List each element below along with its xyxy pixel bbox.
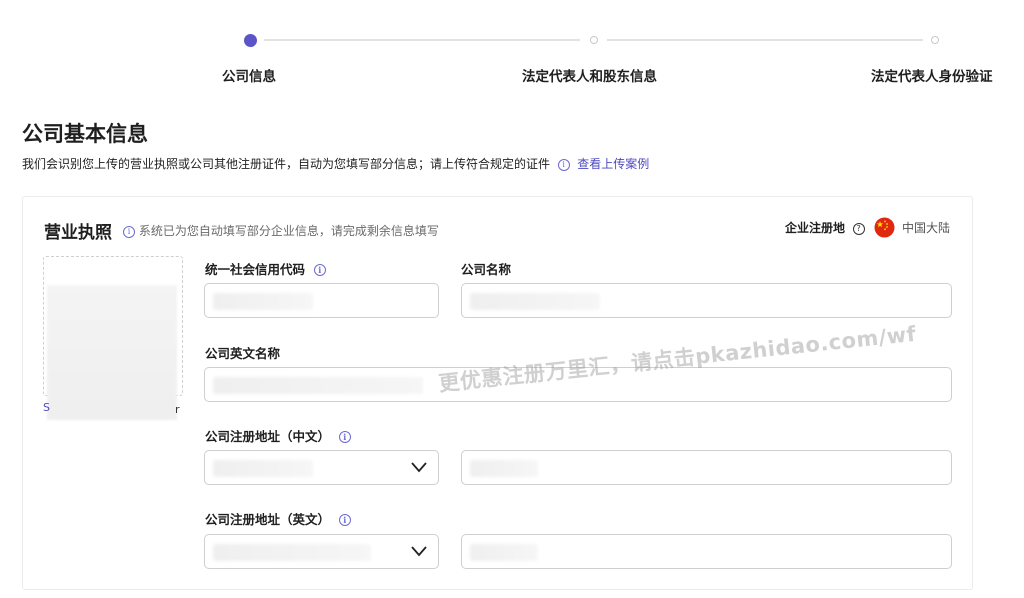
page-title: 公司基本信息 [22, 122, 148, 146]
address-cn-detail-input[interactable] [461, 450, 952, 485]
upload-link-fragment[interactable]: S [43, 401, 50, 414]
company-name-label: 公司名称 [461, 262, 512, 277]
chevron-down-icon[interactable] [410, 543, 428, 559]
china-flag-icon [874, 217, 895, 238]
step-1-dot-active [244, 34, 257, 47]
address-cn-label-text: 公司注册地址（中文） [205, 429, 331, 444]
credit-code-label-text: 统一社会信用代码 [205, 262, 306, 277]
blurred-value [470, 544, 538, 561]
info-icon: i [557, 159, 570, 171]
step-connector [607, 39, 923, 41]
help-icon[interactable]: ? [852, 223, 865, 235]
address-cn-region-select[interactable] [204, 450, 439, 485]
section-title: 营业执照 [44, 223, 112, 243]
step-1-label[interactable]: 公司信息 [222, 65, 276, 85]
english-name-label: 公司英文名称 [205, 346, 281, 361]
company-name-input[interactable] [461, 283, 952, 318]
info-icon: i [123, 226, 135, 238]
view-example-link[interactable]: 查看上传案例 [577, 157, 649, 171]
subtitle-text: 我们会识别您上传的营业执照或公司其他注册证件，自动为您填写部分信息；请上传符合规… [22, 157, 551, 171]
step-2-label[interactable]: 法定代表人和股东信息 [522, 65, 657, 85]
info-icon[interactable]: i [338, 431, 351, 443]
address-en-label: 公司注册地址（英文） i [205, 509, 351, 528]
region-label: 企业注册地 [785, 221, 846, 235]
section-hint-text: 系统已为您自动填写部分企业信息，请完成剩余信息填写 [138, 224, 439, 238]
address-cn-label: 公司注册地址（中文） i [205, 426, 351, 445]
region-value[interactable]: 中国大陆 [902, 219, 950, 236]
step-connector [264, 39, 580, 41]
address-en-detail-input[interactable] [461, 534, 952, 569]
blurred-value [213, 460, 313, 477]
blurred-value [470, 460, 538, 477]
blurred-value [213, 293, 313, 310]
info-icon[interactable]: i [313, 264, 326, 276]
upload-text-fragment: r [175, 403, 180, 416]
registration-region: 企业注册地 ? [785, 219, 865, 236]
step-3-dot [931, 36, 939, 44]
credit-code-label: 统一社会信用代码 i [205, 259, 326, 278]
blurred-value [213, 377, 423, 394]
address-en-label-text: 公司注册地址（英文） [205, 512, 331, 527]
section-hint: i 系统已为您自动填写部分企业信息，请完成剩余信息填写 [123, 222, 439, 239]
credit-code-input[interactable] [204, 283, 439, 318]
page-subtitle: 我们会识别您上传的营业执照或公司其他注册证件，自动为您填写部分信息；请上传符合规… [22, 155, 649, 172]
step-2-dot [590, 36, 598, 44]
license-image-preview [47, 285, 177, 420]
address-en-region-select[interactable] [204, 534, 439, 569]
info-icon[interactable]: i [338, 514, 351, 526]
blurred-value [213, 544, 371, 561]
chevron-down-icon[interactable] [410, 459, 428, 475]
blurred-value [470, 293, 600, 310]
step-3-label[interactable]: 法定代表人身份验证 [871, 65, 993, 85]
